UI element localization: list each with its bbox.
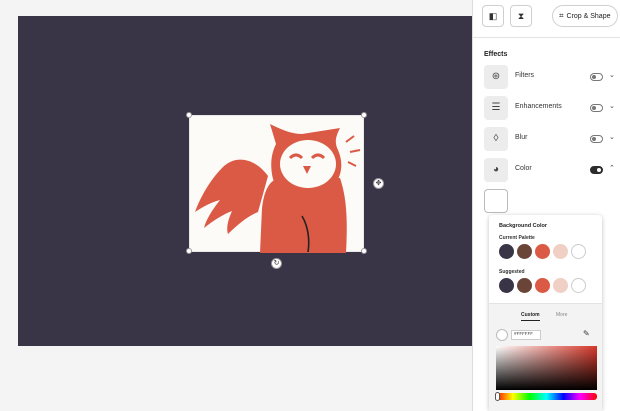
current-color-swatch [496, 329, 508, 341]
suggested-palette [499, 278, 599, 294]
owl-illustration [195, 124, 361, 253]
eyedropper-icon[interactable]: ✎ [583, 329, 590, 338]
palette-icon: ◕ [484, 158, 508, 182]
hue-slider-thumb[interactable] [495, 392, 500, 401]
hue-slider[interactable] [496, 393, 597, 400]
resize-handle-bottom-right[interactable] [361, 248, 367, 254]
blur-toggle[interactable] [590, 135, 603, 143]
suggested-swatch[interactable] [553, 278, 568, 293]
panel-toolbar: ◧ ⧗ ⌗ Crop & Shape [473, 0, 620, 38]
chevron-down-icon[interactable]: ⌄ [609, 102, 615, 110]
suggested-swatch[interactable] [499, 278, 514, 293]
flip-horizontal-icon[interactable]: ◧ [482, 5, 504, 27]
move-handle-icon[interactable]: ✥ [373, 178, 384, 189]
palette-swatch[interactable] [571, 244, 586, 259]
resize-handle-top-left[interactable] [186, 112, 192, 118]
effect-row-color[interactable]: ◕ Color ⌃ [484, 158, 619, 184]
color-toggle[interactable] [590, 166, 603, 174]
suggested-swatch[interactable] [571, 278, 586, 293]
saturation-value-field[interactable] [496, 346, 597, 390]
crop-shape-button[interactable]: ⌗ Crop & Shape [552, 5, 618, 27]
palette-swatch[interactable] [535, 244, 550, 259]
flip-vertical-icon[interactable]: ⧗ [510, 5, 532, 27]
effect-label-blur: Blur [515, 134, 528, 141]
filters-toggle[interactable] [590, 73, 603, 81]
popover-palettes: Background Color Current Palette Suggest… [489, 215, 602, 303]
palette-swatch[interactable] [499, 244, 514, 259]
current-palette [499, 244, 599, 260]
effect-row-filters[interactable]: ⊛ Filters ⌄ [484, 65, 619, 91]
custom-color-picker: Custom More #FFFFFF ✎ [489, 303, 602, 411]
suggested-label: Suggested [499, 269, 525, 275]
chevron-down-icon[interactable]: ⌄ [609, 133, 615, 141]
effect-row-enhancements[interactable]: ☰ Enhancements ⌄ [484, 96, 619, 122]
filters-icon: ⊛ [484, 65, 508, 89]
enhancements-toggle[interactable] [590, 104, 603, 112]
effect-label-color: Color [515, 165, 532, 172]
rotate-handle-icon[interactable]: ↻ [271, 258, 282, 269]
chevron-down-icon[interactable]: ⌄ [609, 71, 615, 79]
tab-more[interactable]: More [556, 312, 567, 318]
resize-handle-bottom-left[interactable] [186, 248, 192, 254]
background-color-popover: Background Color Current Palette Suggest… [489, 215, 602, 411]
droplet-icon: ◊ [484, 127, 508, 151]
effect-label-filters: Filters [515, 72, 535, 79]
palette-swatch[interactable] [517, 244, 532, 259]
sliders-icon: ☰ [484, 96, 508, 120]
canvas-area: ✥ ↻ [18, 16, 472, 346]
image-frame[interactable] [189, 115, 364, 253]
popover-title: Background Color [499, 223, 547, 229]
tab-custom[interactable]: Custom [521, 312, 540, 321]
resize-handle-top-right[interactable] [361, 112, 367, 118]
app: ✥ ↻ ◧ ⧗ ⌗ Crop & Shape Effects ⊛ Filters … [0, 0, 620, 411]
effect-row-blur[interactable]: ◊ Blur ⌄ [484, 127, 619, 153]
current-palette-label: Current Palette [499, 235, 535, 241]
suggested-swatch[interactable] [517, 278, 532, 293]
palette-swatch[interactable] [553, 244, 568, 259]
effect-label-enhancements: Enhancements [515, 103, 562, 110]
crop-icon: ⌗ [559, 11, 564, 20]
chevron-up-icon[interactable]: ⌃ [609, 164, 615, 172]
suggested-swatch[interactable] [535, 278, 550, 293]
effects-title: Effects [484, 51, 508, 58]
hex-input[interactable]: #FFFFFF [511, 330, 541, 340]
background-color-swatch[interactable] [484, 189, 508, 213]
crop-shape-label: Crop & Shape [566, 13, 611, 20]
